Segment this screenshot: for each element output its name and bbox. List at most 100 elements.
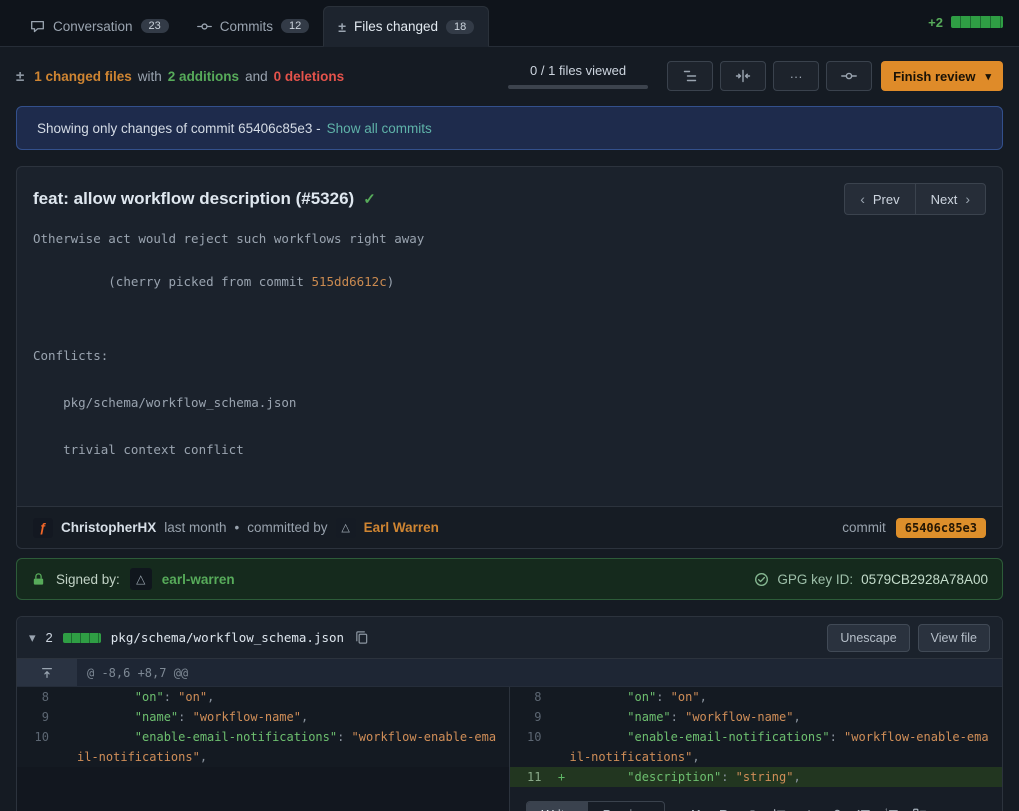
view-file-button[interactable]: View file [918, 624, 990, 652]
commit-card: feat: allow workflow description (#5326)… [16, 166, 1003, 549]
with-word: with [138, 69, 162, 84]
line-code: "description": "string", [570, 767, 1003, 787]
commit-sha-badge[interactable]: 65406c85e3 [896, 518, 986, 538]
next-commit-button[interactable]: Next › [915, 183, 986, 215]
tab-write[interactable]: Write [527, 802, 588, 811]
heading-button[interactable]: H [685, 804, 707, 811]
files-viewed-track [508, 85, 648, 89]
dot-separator: • [235, 520, 240, 535]
show-all-commits-link[interactable]: Show all commits [327, 121, 432, 136]
line-number[interactable]: 11 [510, 767, 554, 787]
cherry-pick-commit-link[interactable]: 515dd6612c [311, 274, 386, 289]
pr-files-changed-page: Conversation 23 Commits 12 ± Files chang… [0, 0, 1019, 811]
unescape-button[interactable]: Unescape [827, 624, 909, 652]
conflicts-line: Conflicts: [33, 347, 986, 364]
commit-title: feat: allow workflow description (#5326) [33, 189, 354, 209]
diff-view-toggle-button[interactable] [720, 61, 766, 91]
hunk-header-text: @ -8,6 +8,7 @@ [77, 659, 188, 686]
commit-pager: ‹ Prev Next › [844, 183, 986, 215]
committer-avatar[interactable]: △ [336, 518, 356, 538]
files-viewed-progress: 0 / 1 files viewed [508, 63, 648, 89]
diff-left-filler [17, 767, 509, 811]
file-change-count: 2 [46, 630, 53, 645]
expand-diff-button[interactable] [17, 659, 77, 686]
commit-select-button[interactable] [826, 61, 872, 91]
ellipsis-icon: ··· [790, 69, 803, 84]
redo-button[interactable]: → [964, 804, 986, 811]
quote-button[interactable] [769, 804, 791, 811]
line-code: "on": "on", [77, 687, 509, 707]
link-icon [828, 807, 843, 811]
line-marker: + [554, 767, 570, 787]
commit-message-line: Otherwise act would reject such workflow… [33, 231, 424, 246]
chevron-right-icon: › [965, 191, 970, 207]
conversation-count-badge: 23 [141, 19, 169, 33]
bullet-list-button[interactable] [852, 804, 874, 811]
commit-author-row: ƒ ChristopherHX last month • committed b… [17, 506, 1002, 548]
line-code: "on": "on", [570, 687, 1003, 707]
tab-commits[interactable]: Commits 12 [183, 6, 324, 46]
task-list-icon [912, 807, 927, 811]
inline-comment-form: Write Preview H B I </> [510, 787, 1003, 811]
committer-link[interactable]: Earl Warren [364, 520, 439, 535]
line-number[interactable]: 9 [17, 707, 61, 727]
split-diff: 8 "on": "on",9 "name": "workflow-name",1… [17, 687, 1002, 811]
tab-conversation[interactable]: Conversation 23 [16, 6, 183, 46]
deletions-text: 0 deletions [274, 69, 345, 84]
cherry-pick-suffix: ) [387, 274, 395, 289]
line-number[interactable]: 9 [510, 707, 554, 727]
author-avatar[interactable]: ƒ [33, 518, 53, 538]
fold-up-icon [40, 666, 54, 680]
signer-avatar-glyph: △ [136, 572, 145, 586]
tab-files-changed[interactable]: ± Files changed 18 [323, 6, 489, 47]
commits-count-badge: 12 [281, 19, 309, 33]
diff-toolbar: 0 / 1 files viewed ··· Finish review ▾ [508, 61, 1003, 91]
prev-commit-button[interactable]: ‹ Prev [844, 183, 914, 215]
cherry-pick-prefix: (cherry picked from commit [108, 274, 311, 289]
tab-preview[interactable]: Preview [588, 802, 664, 811]
signer-avatar[interactable]: △ [130, 568, 152, 590]
bold-button[interactable]: B [713, 804, 735, 811]
task-list-button[interactable] [908, 804, 930, 811]
collapse-file-icon[interactable]: ▾ [29, 630, 36, 646]
conflicts-line: pkg/schema/workflow_schema.json [33, 394, 986, 411]
diff-details-icon[interactable]: ± [16, 68, 24, 85]
file-diff-card: ▾ 2 pkg/schema/workflow_schema.json Unes… [16, 616, 1003, 811]
quote-icon [772, 807, 787, 811]
file-diffstat-bar [63, 633, 101, 643]
italic-button[interactable]: I [741, 804, 763, 811]
file-tree-toggle-button[interactable] [667, 61, 713, 91]
commit-time: last month [164, 520, 226, 535]
line-number[interactable]: 8 [17, 687, 61, 707]
commit-label: commit [842, 520, 886, 535]
line-code: "enable-email-notifications": "workflow-… [77, 727, 509, 767]
line-number[interactable]: 10 [510, 727, 554, 747]
gpg-key-value: 0579CB2928A78A00 [861, 572, 988, 587]
diff-left-side: 8 "on": "on",9 "name": "workflow-name",1… [17, 687, 510, 811]
diff-line: 8 "on": "on", [510, 687, 1003, 707]
numbered-list-button[interactable]: 12 [880, 804, 902, 811]
files-viewed-label: 0 / 1 files viewed [530, 63, 626, 78]
global-diffstat: +2 [928, 6, 1003, 46]
line-number[interactable]: 8 [510, 687, 554, 707]
conflicts-line: trivial context conflict [33, 441, 986, 458]
signer-link[interactable]: earl-warren [162, 572, 235, 587]
finish-review-button[interactable]: Finish review ▾ [881, 61, 1003, 91]
diff-line: 8 "on": "on", [17, 687, 509, 707]
link-button[interactable] [824, 804, 846, 811]
author-link[interactable]: ChristopherHX [61, 520, 156, 535]
file-name[interactable]: pkg/schema/workflow_schema.json [111, 630, 344, 645]
commit-icon [841, 68, 857, 84]
diff-line: 10 "enable-email-notifications": "workfl… [510, 727, 1003, 767]
copy-path-button[interactable] [354, 630, 369, 645]
signed-commit-banner: Signed by: △ earl-warren GPG key ID: 057… [16, 558, 1003, 600]
files-count-badge: 18 [446, 20, 474, 34]
split-view-icon [735, 68, 751, 84]
undo-button[interactable]: ← [936, 804, 958, 811]
diff-options-button[interactable]: ··· [773, 61, 819, 91]
code-button[interactable]: </> [796, 804, 818, 811]
diffstat-additions-text: +2 [928, 15, 943, 30]
prev-label: Prev [873, 192, 900, 207]
committed-by-text: committed by [247, 520, 327, 535]
line-number[interactable]: 10 [17, 727, 61, 747]
